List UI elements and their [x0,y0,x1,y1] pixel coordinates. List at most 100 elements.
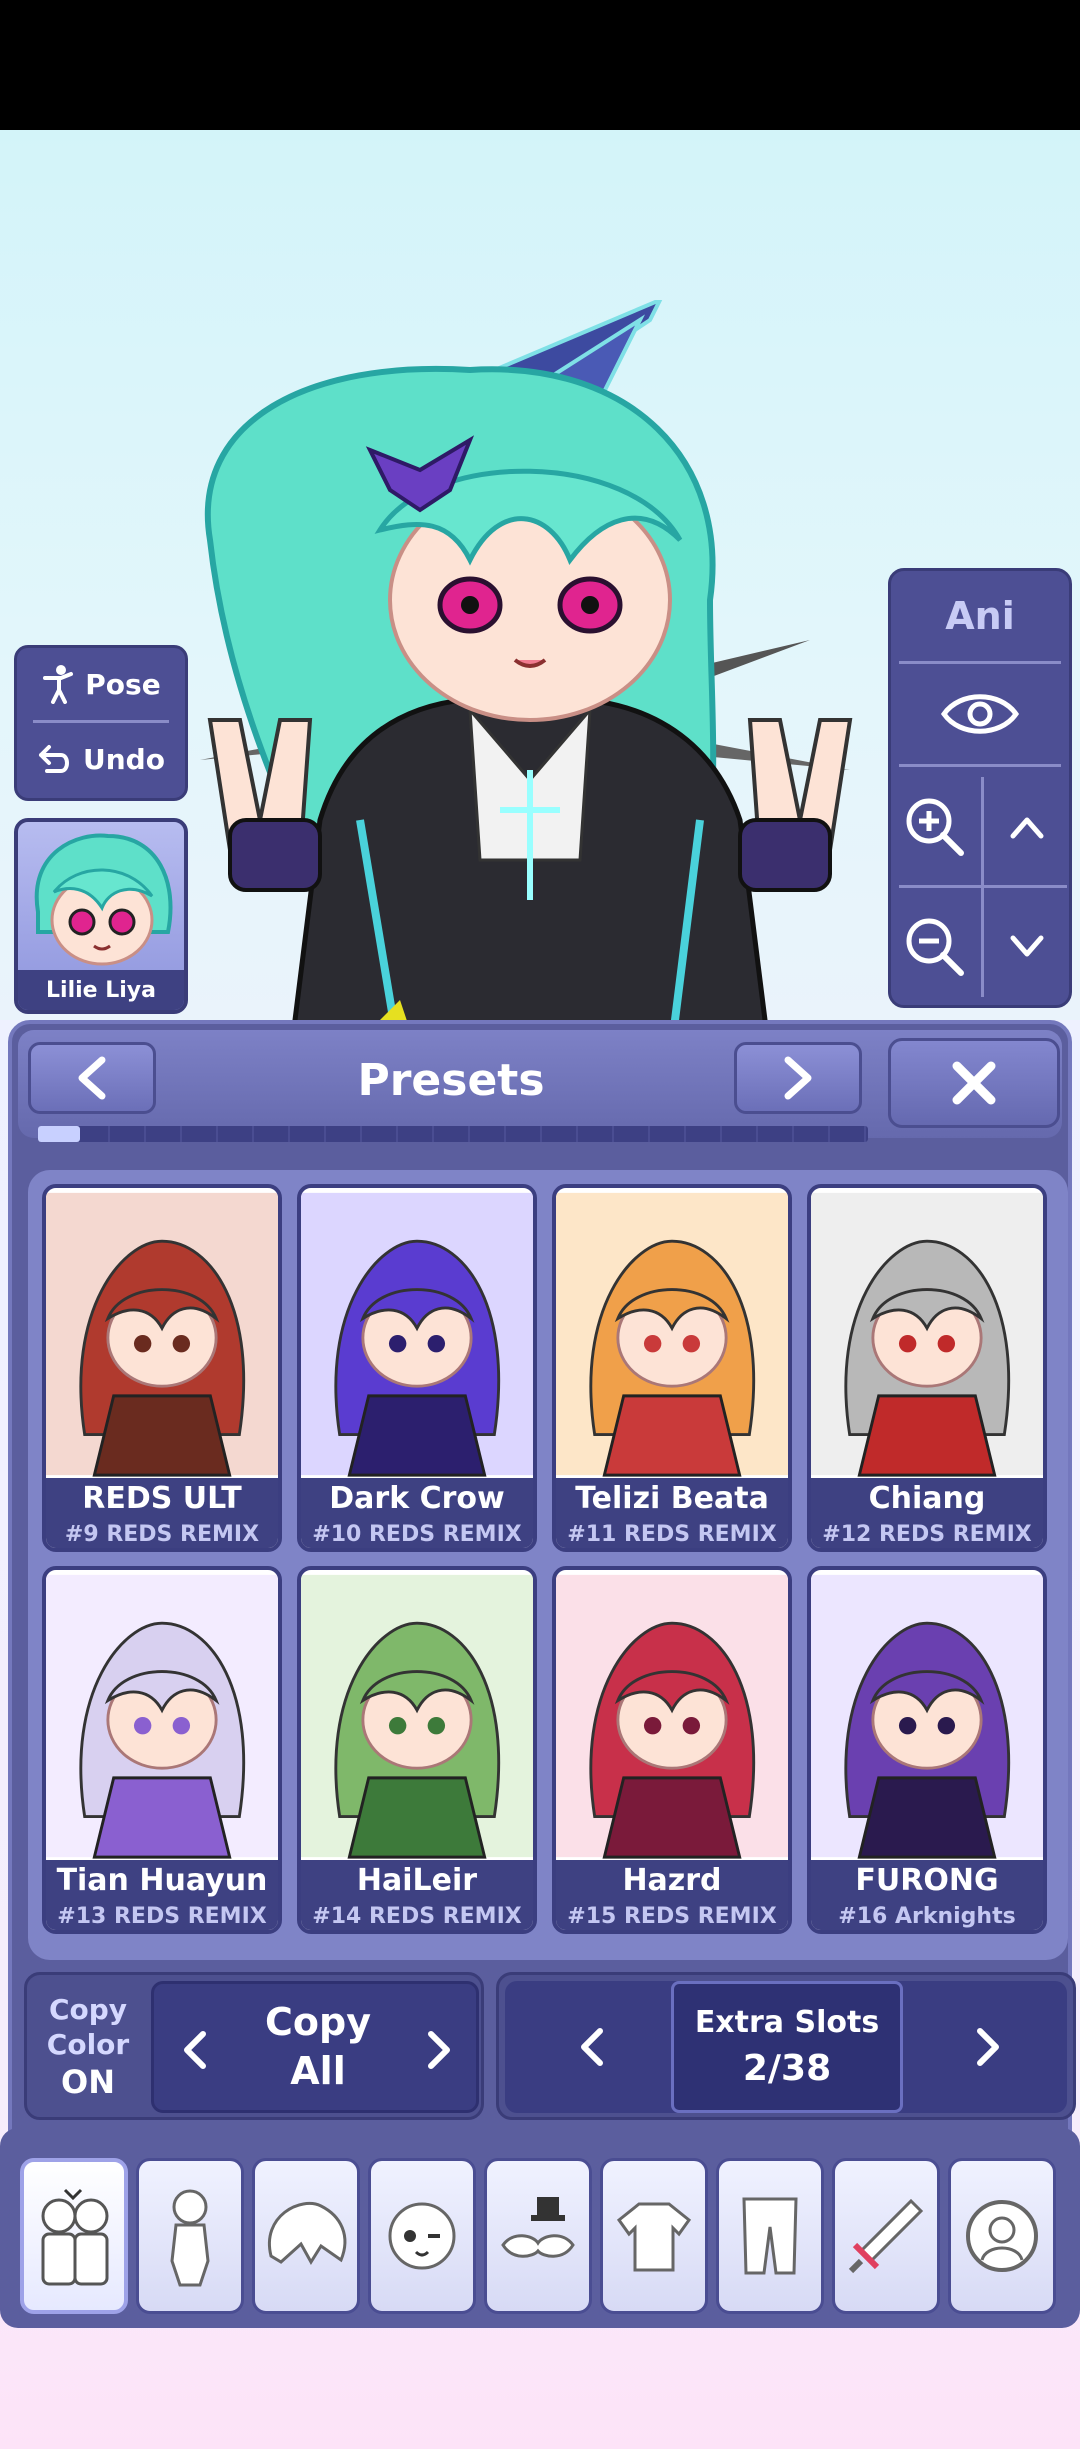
category-bar [0,2128,1080,2328]
category-presets[interactable] [20,2158,128,2314]
chevron-up-icon [1010,817,1044,839]
copy-all-label-1: Copy [265,1999,371,2044]
preset-name: HaiLeir [301,1860,533,1900]
preset-name: Dark Crow [301,1478,533,1518]
category-face[interactable] [368,2158,476,2314]
presets-icon [41,2188,109,2286]
preset-thumbnail [811,1192,1043,1477]
hair-icon [267,2201,347,2265]
preset-card[interactable]: Hazrd #15 REDS REMIX [552,1566,792,1934]
character-stage: Pose Undo Lilie Liya Ani [0,130,1080,1030]
copy-color-toggle[interactable]: Copy Color ON [33,1981,143,2113]
bottom-icon [742,2197,798,2275]
preset-name: FURONG [811,1860,1043,1900]
preset-card[interactable]: Chiang #12 REDS REMIX [807,1184,1047,1552]
page-progress-bar [38,1126,868,1142]
pan-up-button[interactable] [987,777,1067,877]
presets-header: Presets [18,1030,1062,1142]
view-controls-panel: Ani [888,568,1072,1008]
category-weapon[interactable] [832,2158,940,2314]
close-button[interactable] [888,1038,1060,1128]
close-icon [952,1061,996,1105]
preset-name: Tian Huayun [46,1860,278,1900]
current-character-card[interactable]: Lilie Liya [14,818,188,1014]
zoom-out-button[interactable] [895,897,975,997]
chevron-left-icon [581,2028,603,2066]
preset-card[interactable]: Tian Huayun #13 REDS REMIX [42,1566,282,1934]
preset-subtitle: #9 REDS REMIX [46,1516,278,1548]
extra-slots-value: 2/38 [742,2048,832,2089]
extra-slots-selector: Extra Slots 2/38 [505,1981,1067,2113]
preset-card[interactable]: HaiLeir #14 REDS REMIX [297,1566,537,1934]
zoom-in-button[interactable] [895,777,975,877]
prev-page-button[interactable] [28,1042,156,1114]
main-character-figure [200,300,853,1030]
copy-color-label-2: Color [46,2028,130,2061]
preset-subtitle: #11 REDS REMIX [556,1516,788,1548]
pan-down-button[interactable] [987,897,1067,997]
preset-card[interactable]: REDS ULT #9 REDS REMIX [42,1184,282,1552]
category-bottom[interactable] [716,2158,824,2314]
category-body[interactable] [136,2158,244,2314]
category-accessory[interactable] [484,2158,592,2314]
preset-name: REDS ULT [46,1478,278,1518]
character-portrait [34,833,173,966]
accessory-icon [501,2197,575,2258]
chevron-right-icon [428,2031,450,2069]
preset-thumbnail [301,1574,533,1859]
preset-name: Telizi Beata [556,1478,788,1518]
visibility-toggle[interactable] [891,664,1069,764]
preset-thumbnail [556,1192,788,1477]
copy-color-label-1: Copy [48,1993,128,2026]
category-top[interactable] [600,2158,708,2314]
slots-next-button[interactable] [959,2017,1019,2077]
extra-slots-display[interactable]: Extra Slots 2/38 [671,1981,903,2113]
ani-button[interactable]: Ani [891,571,1069,661]
preset-card[interactable]: Telizi Beata #11 REDS REMIX [552,1184,792,1552]
chevron-left-icon [184,2031,206,2069]
pose-button[interactable]: Pose [17,648,185,720]
zoom-out-icon [906,918,964,976]
presets-grid: REDS ULT #9 REDS REMIX Dark Crow #10 REDS R… [28,1170,1068,1960]
undo-button[interactable]: Undo [17,723,185,795]
preset-card[interactable]: FURONG #16 Arknights [807,1566,1047,1934]
preset-thumbnail [46,1574,278,1859]
preset-thumbnail [556,1574,788,1859]
copy-all-label-2: All [290,2049,346,2093]
top-icon [616,2202,692,2272]
preset-subtitle: #16 Arknights [811,1898,1043,1930]
extra-slots-panel: Extra Slots 2/38 [496,1972,1076,2120]
next-page-button[interactable] [734,1042,862,1114]
preset-thumbnail [811,1574,1043,1859]
chevron-left-icon [78,1056,106,1100]
status-bar [0,0,1080,130]
undo-arrow-icon [39,745,69,773]
copy-all-button[interactable]: Copy All [234,1984,402,2110]
preset-subtitle: #12 REDS REMIX [811,1516,1043,1548]
preset-subtitle: #15 REDS REMIX [556,1898,788,1930]
zoom-in-icon [906,798,964,856]
panel-title: Presets [357,1054,545,1106]
preset-name: Chiang [811,1478,1043,1518]
copy-panel: Copy Color ON Copy All [24,1972,484,2120]
copy-prev-button[interactable] [164,2020,224,2080]
body-icon [170,2189,210,2287]
slots-prev-button[interactable] [561,2017,621,2077]
divider [899,885,1067,888]
category-profile[interactable] [948,2158,1056,2314]
extra-slots-label: Extra Slots [694,2005,880,2040]
copy-next-button[interactable] [410,2020,470,2080]
zoom-pan-controls [891,767,1069,1007]
preset-thumbnail [301,1192,533,1477]
eye-icon [940,694,1020,734]
category-hair[interactable] [252,2158,360,2314]
copy-color-state: ON [61,2063,115,2101]
profile-icon [966,2200,1038,2272]
chevron-down-icon [1010,935,1044,957]
preset-card[interactable]: Dark Crow #10 REDS REMIX [297,1184,537,1552]
undo-label: Undo [83,742,165,776]
chevron-right-icon [977,2028,999,2066]
preset-subtitle: #10 REDS REMIX [301,1516,533,1548]
chevron-right-icon [784,1056,812,1100]
pose-undo-panel: Pose Undo [14,645,188,801]
